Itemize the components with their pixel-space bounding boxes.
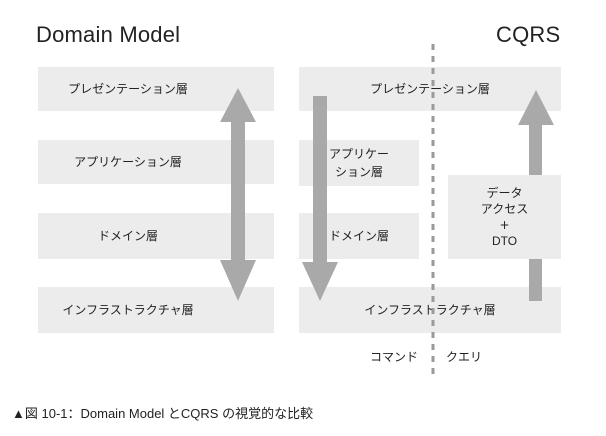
query-arrow-lower-shaft: [529, 259, 542, 301]
dm-bidirectional-arrow: [220, 88, 256, 301]
command-label: コマンド: [370, 350, 419, 364]
figure-caption: ▲図 10-1：Domain Model とCQRS の視覚的な比較: [12, 406, 314, 421]
dm-arrow-up-head: [220, 88, 256, 122]
command-arrow: [302, 96, 338, 301]
command-arrow-head: [302, 262, 338, 301]
query-arrow-upper-shaft: [529, 124, 542, 175]
diagram-arrows: [220, 44, 554, 380]
query-arrow: [518, 90, 554, 301]
query-arrow-head: [518, 90, 554, 125]
dm-arrow-down-head: [220, 260, 256, 301]
dm-arrow-shaft: [231, 121, 245, 261]
command-arrow-shaft: [313, 96, 327, 263]
query-label: クエリ: [446, 350, 483, 364]
